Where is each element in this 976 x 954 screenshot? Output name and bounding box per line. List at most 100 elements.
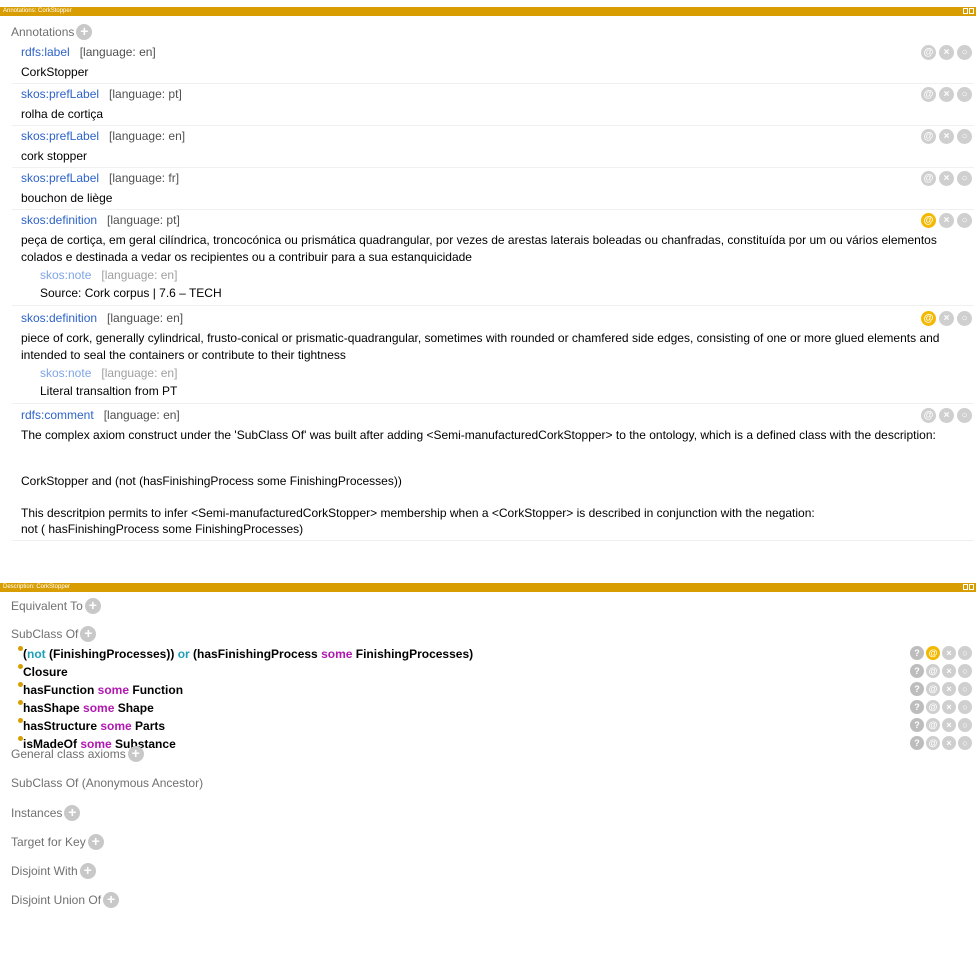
edit-icon[interactable]: ○: [957, 129, 972, 144]
delete-icon[interactable]: ×: [939, 45, 954, 60]
edit-icon[interactable]: ○: [958, 700, 972, 714]
float-icon[interactable]: [963, 584, 968, 590]
annotation-property[interactable]: skos:prefLabel: [21, 171, 99, 185]
annotation-value: not ( hasFinishingProcess some Finishing…: [21, 522, 304, 536]
delete-icon[interactable]: ×: [942, 718, 956, 732]
add-equivalent-icon[interactable]: +: [84, 598, 101, 614]
annotate-icon[interactable]: @: [921, 129, 936, 144]
subclass-axiom-row[interactable]: hasFunction some Function? @ × ○: [18, 681, 974, 697]
float-icon[interactable]: [963, 8, 968, 14]
annotate-icon[interactable]: @: [921, 213, 936, 228]
axiom-expression: hasShape some Shape: [23, 701, 154, 715]
annotate-icon[interactable]: @: [921, 87, 936, 102]
explain-icon[interactable]: ?: [910, 736, 924, 750]
annotate-icon[interactable]: @: [921, 311, 936, 326]
annotation-value: piece of cork, generally cylindrical, fr…: [21, 331, 940, 362]
subclass-axiom-row[interactable]: isMadeOf some Substance? @ × ○: [18, 735, 974, 751]
annotation-property[interactable]: rdfs:label: [21, 45, 70, 59]
subclass-axiom-row[interactable]: hasStructure some Parts? @ × ○: [18, 717, 974, 733]
annotation-row: rdfs:comment [language: en] The complex a…: [12, 408, 974, 541]
subclass-anon-ancestor-header: SubClass Of (Anonymous Ancestor): [11, 776, 204, 790]
delete-icon[interactable]: ×: [942, 682, 956, 696]
annotation-value: The complex axiom construct under the 'S…: [21, 428, 936, 442]
description-title: Description: CorkStopper: [3, 584, 71, 590]
window-controls[interactable]: [963, 8, 974, 14]
annotate-icon[interactable]: @: [926, 700, 940, 714]
explain-icon[interactable]: ?: [910, 718, 924, 732]
annotation-row: skos:prefLabel [language: pt] rolha de co…: [12, 87, 974, 126]
edit-icon[interactable]: ○: [958, 718, 972, 732]
delete-icon[interactable]: ×: [942, 700, 956, 714]
edit-icon[interactable]: ○: [957, 87, 972, 102]
annotation-lang: [language: fr]: [109, 171, 180, 185]
axiom-expression: hasStructure some Parts: [23, 719, 166, 733]
delete-icon[interactable]: ×: [939, 129, 954, 144]
annotation-row: skos:prefLabel [language: fr] bouchon de …: [12, 171, 974, 210]
delete-icon[interactable]: ×: [939, 213, 954, 228]
annotation-value: peça de cortiça, em geral cilíndrica, tr…: [21, 233, 937, 264]
delete-icon[interactable]: ×: [942, 664, 956, 678]
annotation-value: rolha de cortiça: [21, 107, 104, 121]
annotation-row: skos:definition [language: pt] peça de co…: [12, 213, 974, 306]
disjoint-with-header: Disjoint With +: [11, 863, 96, 879]
annotate-icon[interactable]: @: [926, 718, 940, 732]
edit-icon[interactable]: ○: [957, 45, 972, 60]
annotations-titlebar: Annotations: CorkStopper: [0, 7, 976, 16]
delete-icon[interactable]: ×: [942, 736, 956, 750]
annotate-icon[interactable]: @: [921, 408, 936, 423]
close-icon[interactable]: [969, 8, 974, 14]
window-controls[interactable]: [963, 584, 974, 590]
annotation-property[interactable]: skos:prefLabel: [21, 129, 99, 143]
edit-icon[interactable]: ○: [957, 408, 972, 423]
annotation-property[interactable]: rdfs:comment: [21, 408, 94, 422]
edit-icon[interactable]: ○: [957, 311, 972, 326]
annotation-lang: [language: en]: [103, 408, 180, 422]
explain-icon[interactable]: ?: [910, 664, 924, 678]
edit-icon[interactable]: ○: [958, 664, 972, 678]
delete-icon[interactable]: ×: [939, 311, 954, 326]
annotation-lang: [language: en]: [107, 311, 184, 325]
subclass-axiom-row[interactable]: (not (FinishingProcesses)) or (hasFinish…: [18, 645, 974, 661]
edit-icon[interactable]: ○: [958, 682, 972, 696]
annotation-property[interactable]: skos:definition: [21, 311, 97, 325]
annotation-value: CorkStopper and (not (hasFinishingProces…: [21, 474, 402, 488]
edit-icon[interactable]: ○: [957, 213, 972, 228]
annotate-icon[interactable]: @: [921, 171, 936, 186]
annotation-value: bouchon de liège: [21, 191, 113, 205]
delete-icon[interactable]: ×: [942, 646, 956, 660]
subclass-axiom-row[interactable]: Closure? @ × ○: [18, 663, 974, 679]
add-subclass-icon[interactable]: +: [80, 626, 97, 642]
explain-icon[interactable]: ?: [910, 682, 924, 696]
delete-icon[interactable]: ×: [939, 408, 954, 423]
edit-icon[interactable]: ○: [958, 736, 972, 750]
axiom-expression: (not (FinishingProcesses)) or (hasFinish…: [23, 647, 474, 661]
annotate-icon[interactable]: @: [926, 646, 940, 660]
add-disjoint-union-icon[interactable]: +: [103, 892, 120, 908]
annotation-row: skos:prefLabel [language: en] cork stoppe…: [12, 129, 974, 168]
edit-icon[interactable]: ○: [957, 171, 972, 186]
annotation-lang: [language: en]: [109, 129, 186, 143]
annotation-lang: [language: en]: [79, 45, 156, 59]
delete-icon[interactable]: ×: [939, 171, 954, 186]
annotate-icon[interactable]: @: [921, 45, 936, 60]
edit-icon[interactable]: ○: [958, 646, 972, 660]
explain-icon[interactable]: ?: [910, 700, 924, 714]
annotation-value: cork stopper: [21, 149, 88, 163]
explain-icon[interactable]: ?: [910, 646, 924, 660]
annotate-icon[interactable]: @: [926, 682, 940, 696]
annotation-row: skos:definition [language: en] piece of c…: [12, 311, 974, 404]
annotate-icon[interactable]: @: [926, 736, 940, 750]
subclass-axiom-row[interactable]: hasShape some Shape? @ × ○: [18, 699, 974, 715]
add-annotation-icon[interactable]: +: [76, 24, 93, 40]
add-instance-icon[interactable]: +: [64, 805, 81, 821]
add-key-icon[interactable]: +: [87, 834, 104, 850]
delete-icon[interactable]: ×: [939, 87, 954, 102]
annotation-property[interactable]: skos:prefLabel: [21, 87, 99, 101]
add-disjoint-icon[interactable]: +: [79, 863, 96, 879]
annotate-icon[interactable]: @: [926, 664, 940, 678]
axiom-expression: Closure: [23, 665, 68, 679]
add-general-axiom-icon[interactable]: +: [127, 746, 144, 762]
close-icon[interactable]: [969, 584, 974, 590]
equivalent-to-header: Equivalent To +: [11, 598, 101, 614]
annotation-property[interactable]: skos:definition: [21, 213, 97, 227]
